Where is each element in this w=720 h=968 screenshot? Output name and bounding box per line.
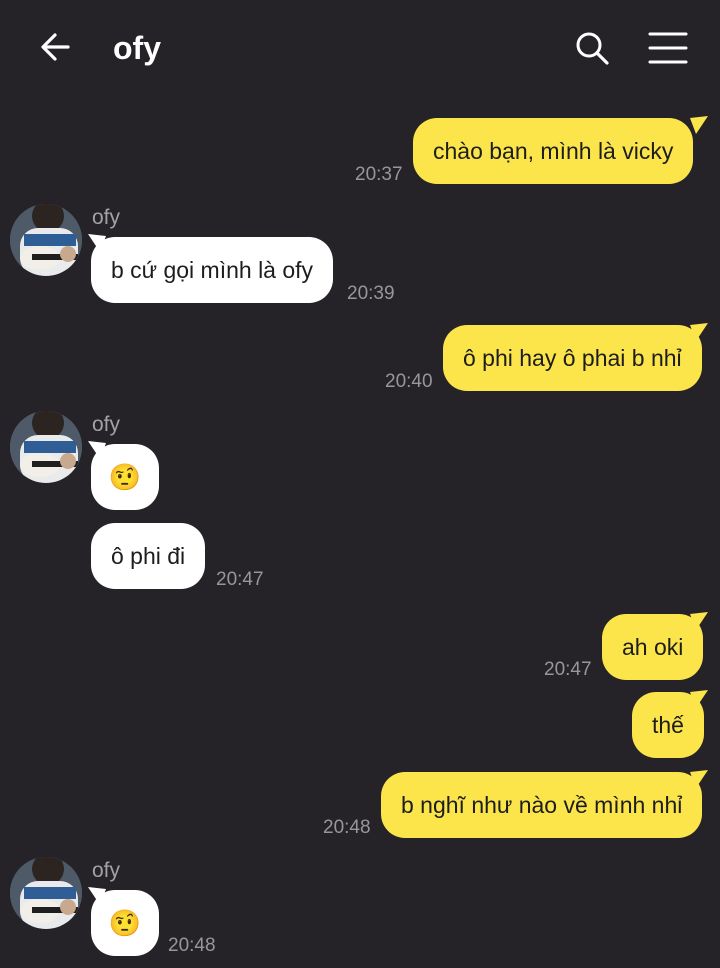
outgoing-message-bubble[interactable]: b nghĩ như nào về mình nhỉ [381, 772, 703, 838]
incoming-message-bubble[interactable]: b cứ gọi mình là ofy [91, 237, 334, 303]
sender-name: ofy [92, 206, 121, 229]
message-text: b nghĩ như nào về mình nhỉ [401, 792, 683, 818]
message-text: ah oki [622, 634, 684, 660]
message-text: b cứ gọi mình là ofy [111, 257, 314, 283]
bubble-tail [690, 323, 708, 341]
search-icon [576, 32, 609, 65]
incoming-message-bubble[interactable]: ô phi đi [91, 523, 206, 589]
face-with-raised-eyebrow-emoji: 🤨 [108, 462, 142, 492]
outgoing-message-bubble[interactable]: ah oki [602, 614, 704, 680]
avatar-image [10, 204, 82, 276]
message-timestamp: 20:47 [544, 659, 592, 680]
message-timestamp: 20:48 [168, 935, 216, 956]
avatar[interactable] [10, 857, 82, 929]
avatar-image [10, 857, 82, 929]
back-button[interactable] [30, 24, 78, 72]
chat-title: ofy [113, 30, 161, 66]
message-timestamp: 20:39 [347, 283, 395, 304]
avatar-image [10, 411, 82, 483]
incoming-message-bubble[interactable]: 🤨 [91, 444, 159, 510]
message-text: thế [652, 712, 684, 738]
chat-screen: ofy chào bạn, mình là vicky 20:37 ofy b … [0, 0, 720, 968]
message-text: chào bạn, mình là vicky [433, 138, 674, 164]
chat-header: ofy [0, 0, 720, 96]
message-timestamp: 20:48 [323, 817, 371, 838]
outgoing-message-bubble[interactable]: ô phi hay ô phai b nhỉ [443, 325, 702, 391]
message-timestamp: 20:40 [385, 371, 433, 392]
message-text: ô phi hay ô phai b nhỉ [463, 345, 682, 371]
sender-name: ofy [92, 859, 121, 882]
search-button[interactable] [568, 24, 616, 72]
incoming-message-bubble[interactable]: 🤨 [91, 890, 159, 956]
face-with-raised-eyebrow-emoji: 🤨 [108, 908, 142, 938]
arrow-left-icon [41, 33, 70, 61]
message-timestamp: 20:37 [355, 164, 403, 185]
message-timestamp: 20:47 [216, 569, 264, 590]
message-text: ô phi đi [111, 543, 186, 569]
menu-button[interactable] [644, 24, 692, 72]
avatar[interactable] [10, 411, 82, 483]
sender-name: ofy [92, 413, 121, 436]
bubble-tail [690, 612, 708, 630]
bubble-tail [690, 690, 708, 708]
bubble-tail [690, 116, 708, 134]
hamburger-menu-icon [648, 32, 688, 64]
avatar[interactable] [10, 204, 82, 276]
bubble-tail [690, 770, 708, 788]
outgoing-message-bubble[interactable]: chào bạn, mình là vicky [413, 118, 694, 184]
